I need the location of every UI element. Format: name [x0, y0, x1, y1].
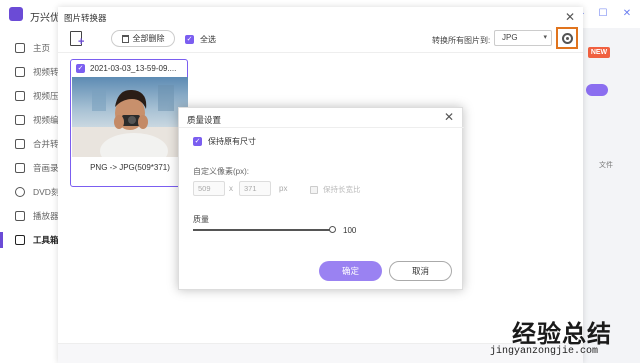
sidebar-item-video-convert[interactable]: 视频转	[0, 60, 59, 84]
image-thumbnail	[72, 77, 188, 157]
app-logo-icon	[9, 7, 23, 21]
delete-all-button[interactable]: 全部删除	[111, 30, 175, 47]
sidebar-item-label: 合并转	[33, 139, 59, 149]
sidebar-item-toolbox[interactable]: 工具箱	[0, 228, 59, 252]
cancel-button[interactable]: 取消	[389, 261, 452, 281]
disc-icon	[15, 187, 25, 197]
quality-settings-button[interactable]	[556, 27, 578, 49]
keep-aspect-ratio-checkbox[interactable]: 保持长宽比	[310, 184, 361, 195]
home-icon	[15, 43, 25, 53]
sidebar-item-label: DVD刻	[33, 187, 60, 197]
sidebar-item-merge[interactable]: 合并转	[0, 132, 59, 156]
keep-size-label: 保持原有尺寸	[208, 137, 256, 146]
dialog-divider	[179, 127, 464, 128]
keep-ratio-label: 保持长宽比	[323, 185, 361, 194]
checkbox-checked-icon: ✓	[193, 137, 202, 146]
chevron-down-icon: ▾	[543, 34, 547, 41]
image-item-header: ✓ 2021-03-03_13-59-09....	[76, 64, 176, 73]
sidebar-item-label: 主页	[33, 43, 51, 53]
sidebar-item-label: 视频编	[33, 115, 59, 125]
video-convert-icon	[15, 67, 25, 77]
sidebar-item-record[interactable]: 音画录	[0, 156, 59, 180]
new-badge: NEW	[588, 47, 610, 58]
sidebar-item-home[interactable]: 主页	[0, 36, 58, 60]
converter-title: 图片转换器	[64, 13, 107, 23]
merge-icon	[15, 139, 25, 149]
watermark-url: jingyanzongjie.com	[490, 346, 599, 357]
convert-all-label: 转换所有图片到:	[432, 36, 491, 45]
sidebar-item-video-edit[interactable]: 视频编	[0, 108, 59, 132]
converter-close-icon[interactable]: ✕	[565, 10, 575, 24]
height-input[interactable]: 371	[239, 181, 271, 196]
checkbox-disabled-icon	[310, 185, 318, 194]
delete-all-label: 全部删除	[132, 34, 165, 43]
scissors-icon	[15, 115, 25, 125]
image-file-name: 2021-03-03_13-59-09....	[90, 64, 177, 73]
app-title: 万兴优	[30, 13, 60, 24]
dialog-title: 质量设置	[187, 115, 222, 125]
format-select[interactable]: JPG ▾	[494, 30, 552, 46]
checkbox-checked-icon: ✓	[185, 35, 194, 44]
width-input[interactable]: 509	[193, 181, 225, 196]
video-compress-icon	[15, 91, 25, 101]
dimension-separator: x	[229, 184, 233, 193]
sidebar-item-player[interactable]: 播放器	[0, 204, 59, 228]
sidebar-item-label: 视频压	[33, 91, 59, 101]
tool-card-text: 文件	[599, 162, 613, 169]
watermark: 经验总结 jingyanzongjie.com	[490, 312, 640, 363]
sidebar-item-dvd[interactable]: DVD刻	[0, 180, 60, 204]
dialog-close-icon[interactable]: ✕	[444, 110, 454, 124]
close-icon[interactable]: ✕	[620, 6, 634, 20]
sidebar-item-label: 音画录	[33, 163, 59, 173]
format-value: JPG	[502, 33, 518, 42]
image-conversion-info: PNG -> JPG(509*371)	[90, 163, 170, 172]
quality-slider-track[interactable]	[193, 229, 332, 231]
select-all-label: 全选	[200, 35, 216, 44]
gear-icon	[561, 32, 573, 44]
sidebar: 主页 视频转 视频压 视频编 合并转 音画录 DVD刻 播放器 工具箱	[0, 28, 60, 363]
sidebar-item-label: 工具箱	[33, 235, 59, 245]
quality-slider-handle[interactable]	[329, 226, 336, 233]
converter-toolbar: + 全部删除 ✓ 全选 转换所有图片到: JPG ▾	[58, 27, 583, 53]
select-all-checkbox[interactable]: ✓ 全选	[185, 34, 216, 45]
ok-button[interactable]: 确定	[319, 261, 382, 281]
add-file-icon[interactable]: +	[70, 31, 86, 48]
quality-value: 100	[343, 226, 357, 235]
trash-icon	[121, 34, 129, 43]
maximize-icon[interactable]: ☐	[596, 6, 610, 20]
person-camera-photo	[72, 85, 188, 157]
tool-card-button[interactable]	[586, 84, 608, 96]
quality-label: 质量	[193, 215, 209, 224]
sidebar-item-label: 视频转	[33, 67, 59, 77]
watermark-text: 经验总结	[512, 320, 612, 348]
custom-pixel-label: 自定义像素(px):	[193, 167, 249, 176]
image-item-card[interactable]: ✓ 2021-03-03_13-59-09.... PNG -> JPG(509…	[70, 59, 188, 187]
keep-original-size-checkbox[interactable]: ✓ 保持原有尺寸	[193, 136, 256, 147]
quality-settings-dialog: 质量设置 ✕ ✓ 保持原有尺寸 自定义像素(px): 509 x 371 px …	[178, 107, 464, 290]
item-checkbox[interactable]: ✓	[76, 64, 85, 73]
sidebar-item-video-compress[interactable]: 视频压	[0, 84, 59, 108]
px-unit-label: px	[279, 184, 288, 193]
player-icon	[15, 211, 25, 221]
toolbox-icon	[15, 235, 25, 245]
sidebar-item-label: 播放器	[33, 211, 59, 221]
record-icon	[15, 163, 25, 173]
